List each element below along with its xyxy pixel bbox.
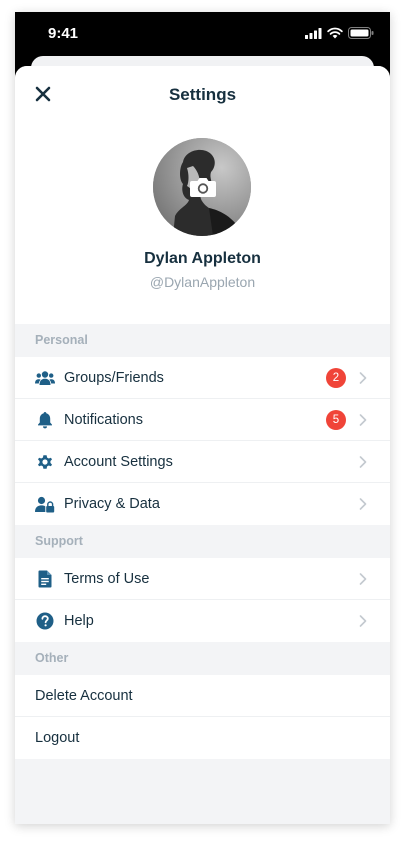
settings-item-label: Help	[64, 613, 94, 629]
settings-item-label: Privacy & Data	[64, 496, 160, 512]
settings-item-account-settings[interactable]: Account Settings	[15, 441, 390, 483]
other-section: Delete Account Logout	[15, 675, 390, 759]
status-icons	[305, 27, 374, 39]
question-icon	[35, 611, 55, 631]
battery-icon	[348, 27, 374, 39]
count-badge: 2	[326, 368, 346, 388]
settings-item-delete-account[interactable]: Delete Account	[15, 675, 390, 717]
status-time: 9:41	[48, 25, 79, 42]
document-icon	[35, 569, 55, 589]
chevron-right-icon	[359, 456, 367, 468]
avatar[interactable]	[153, 138, 251, 236]
settings-item-privacy-data[interactable]: Privacy & Data	[15, 483, 390, 525]
settings-item-label: Groups/Friends	[64, 369, 164, 386]
profile-name: Dylan Appleton	[144, 250, 261, 267]
count-badge: 5	[326, 410, 346, 430]
settings-item-notifications[interactable]: Notifications 5	[15, 399, 390, 441]
section-header-personal: Personal	[15, 324, 390, 357]
settings-item-label: Delete Account	[35, 687, 133, 704]
chevron-right-icon	[359, 372, 367, 384]
personal-section: Groups/Friends 2 Notifications 5 Account…	[15, 357, 390, 525]
settings-item-label: Terms of Use	[64, 570, 150, 587]
settings-item-label: Logout	[35, 730, 80, 746]
settings-sheet: Settings Dylan Appleton @DylanAppleton P…	[15, 66, 390, 824]
settings-item-terms-of-use[interactable]: Terms of Use	[15, 558, 390, 600]
profile-handle: @DylanAppleton	[149, 274, 256, 290]
camera-icon	[190, 178, 216, 197]
users-icon	[35, 368, 55, 388]
settings-item-groups-friends[interactable]: Groups/Friends 2	[15, 357, 390, 399]
section-header-other: Other	[15, 642, 390, 675]
gear-icon	[35, 452, 55, 472]
bell-icon	[35, 410, 55, 430]
settings-item-label: Notifications	[64, 411, 143, 428]
page-title: Settings	[168, 85, 237, 104]
phone-frame: 9:41 Settings Dylan Appleton @DylanApple…	[15, 12, 390, 824]
wifi-icon	[327, 27, 343, 39]
cellular-signal-icon	[305, 27, 322, 39]
chevron-right-icon	[359, 615, 367, 627]
chevron-right-icon	[359, 414, 367, 426]
support-section: Terms of Use Help	[15, 558, 390, 642]
settings-item-logout[interactable]: Logout	[15, 717, 390, 759]
settings-item-help[interactable]: Help	[15, 600, 390, 642]
chevron-right-icon	[359, 498, 367, 510]
chevron-right-icon	[359, 573, 367, 585]
settings-item-label: Account Settings	[64, 453, 173, 470]
user-lock-icon	[35, 494, 55, 514]
settings-header: Settings Dylan Appleton @DylanAppleton	[15, 66, 390, 324]
section-header-support: Support	[15, 525, 390, 558]
